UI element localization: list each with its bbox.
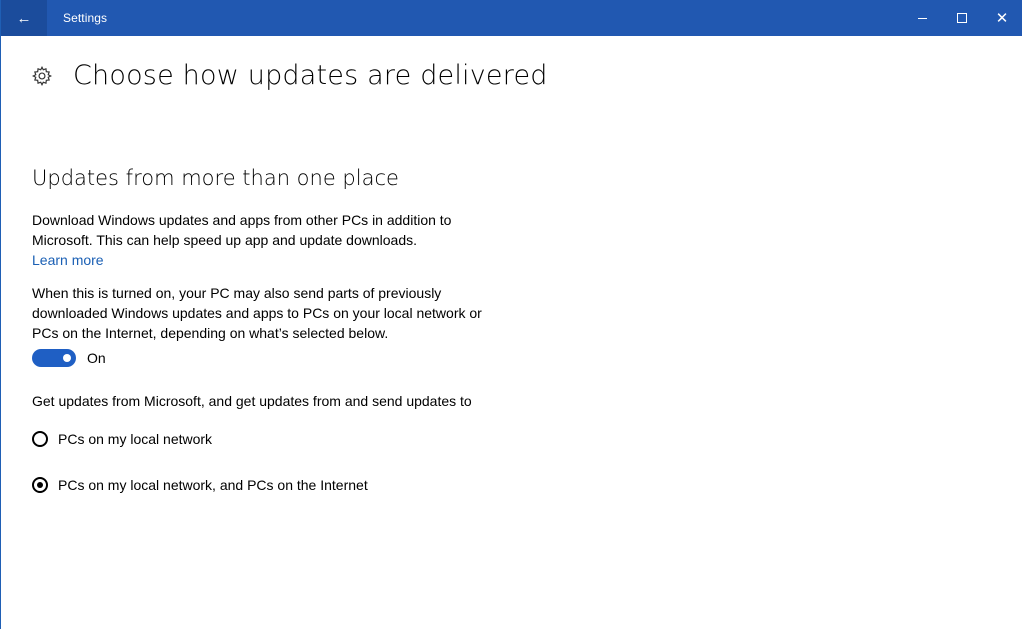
- radio-button-checked[interactable]: [32, 477, 48, 493]
- title-bar: ← Settings ✕: [1, 0, 1022, 36]
- radio-button-unchecked[interactable]: [32, 431, 48, 447]
- section-title: Updates from more than one place: [32, 166, 399, 190]
- delivery-optimization-toggle[interactable]: [32, 349, 76, 367]
- gear-icon: [31, 65, 53, 86]
- app-title: Settings: [63, 11, 108, 25]
- maximize-icon: [957, 13, 967, 23]
- page-header: Choose how updates are delivered: [31, 60, 548, 91]
- maximize-button[interactable]: [942, 0, 982, 36]
- toggle-state-label: On: [87, 350, 106, 366]
- minimize-icon: [917, 17, 927, 19]
- option-local-network[interactable]: PCs on my local network: [32, 431, 492, 447]
- page-title: Choose how updates are delivered: [73, 60, 548, 91]
- toggle-description: When this is turned on, your PC may also…: [32, 285, 482, 341]
- option-local-and-internet[interactable]: PCs on my local network, and PCs on the …: [32, 477, 492, 493]
- close-icon: ✕: [995, 10, 1009, 27]
- back-button[interactable]: ←: [1, 0, 47, 36]
- minimize-button[interactable]: [902, 0, 942, 36]
- close-button[interactable]: ✕: [982, 0, 1022, 36]
- back-arrow-icon: ←: [16, 9, 32, 27]
- window-controls: ✕: [902, 0, 1022, 36]
- settings-window: ← Settings ✕ Choose how updates are deli…: [0, 0, 1022, 629]
- description-block: Download Windows updates and apps from o…: [32, 210, 492, 270]
- radio-dot: [37, 482, 43, 488]
- toggle-knob: [63, 354, 71, 362]
- option-label: PCs on my local network: [58, 431, 213, 447]
- settings-content: Updates from more than one place Downloa…: [32, 166, 492, 523]
- delivery-options: PCs on my local network PCs on my local …: [32, 431, 492, 493]
- section-description: Download Windows updates and apps from o…: [32, 212, 452, 248]
- learn-more-link[interactable]: Learn more: [32, 250, 492, 270]
- delivery-toggle-row: On: [32, 349, 492, 367]
- options-prompt: Get updates from Microsoft, and get upda…: [32, 393, 472, 409]
- option-label: PCs on my local network, and PCs on the …: [58, 477, 368, 493]
